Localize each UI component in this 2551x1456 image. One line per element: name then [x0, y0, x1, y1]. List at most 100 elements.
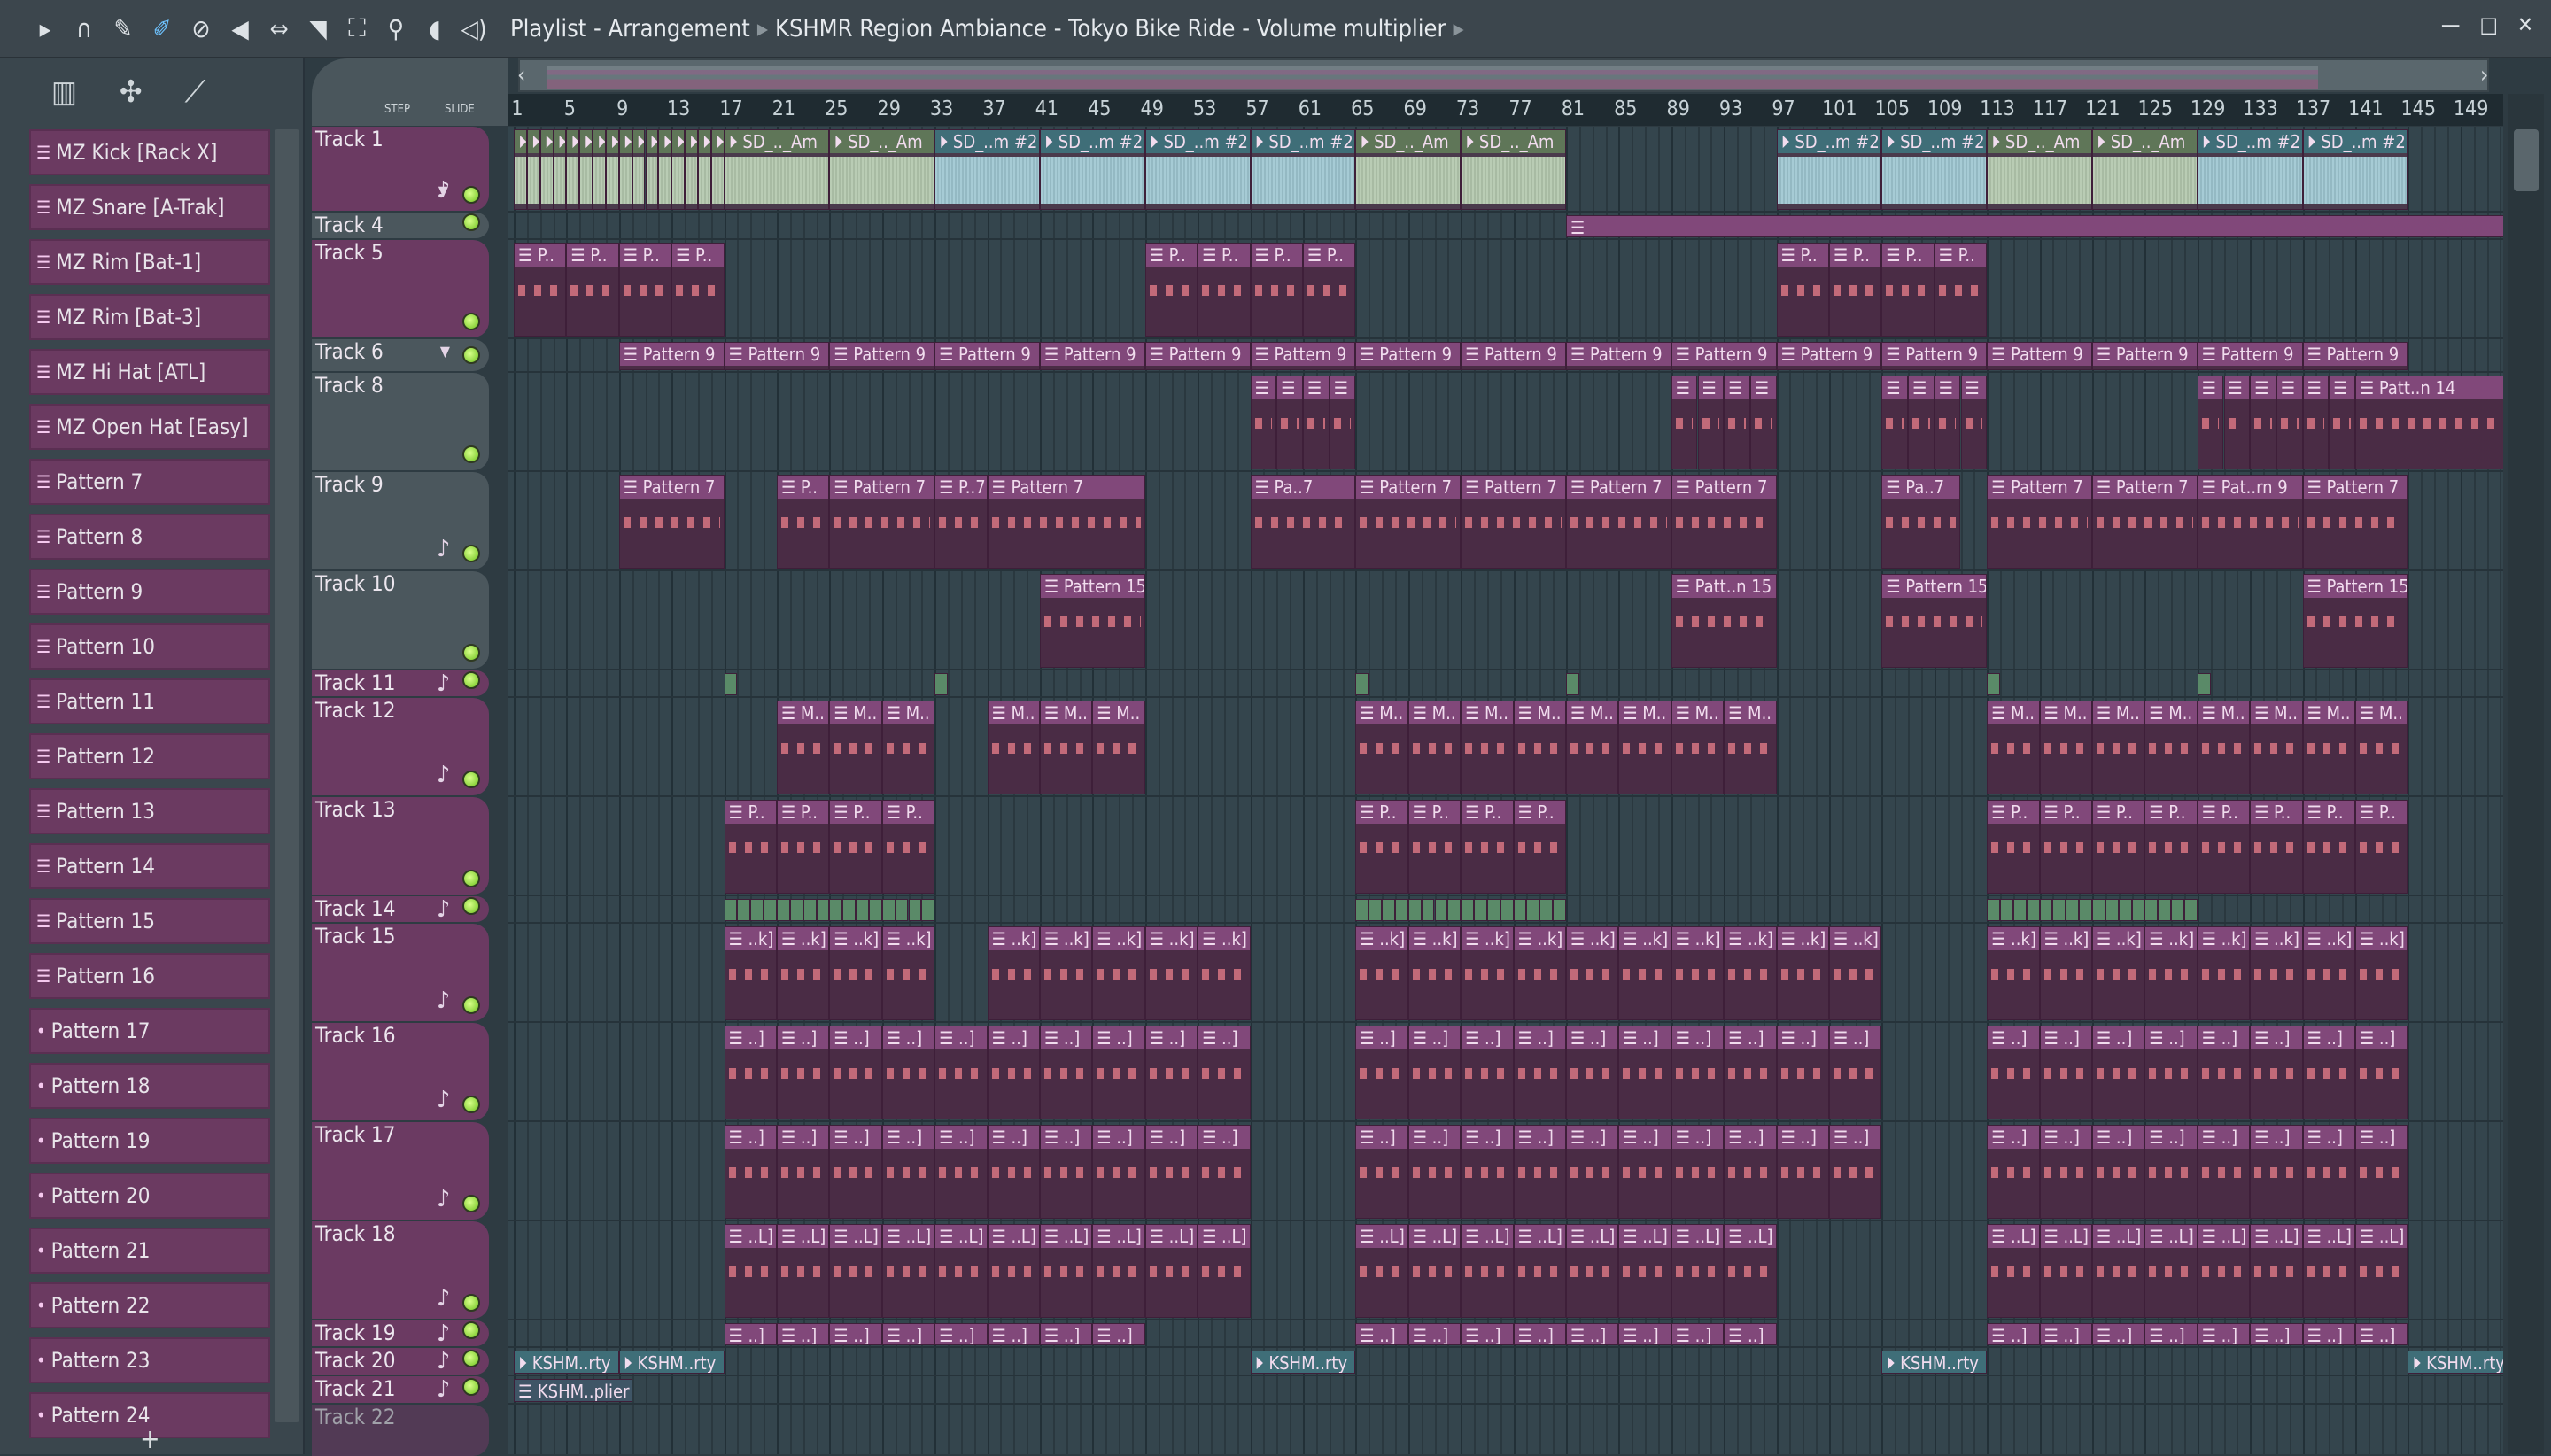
- track-header[interactable]: Track 5: [312, 240, 489, 337]
- playlist-clip[interactable]: ☰ Pattern 7: [829, 475, 935, 569]
- playlist-clip[interactable]: ☰ M..: [1040, 701, 1093, 794]
- playlist-clip[interactable]: ☰ ..k]: [881, 926, 935, 1020]
- playlist-clip[interactable]: ☰ Pattern 7: [1671, 475, 1777, 569]
- playlist-clip[interactable]: ☰ ..]: [1776, 1125, 1829, 1219]
- track-header[interactable]: Track 14 ♪: [312, 896, 489, 923]
- playlist-clip[interactable]: ☰ ..k]: [2092, 926, 2145, 1020]
- playlist-clip[interactable]: ☰ ..]: [1513, 1125, 1566, 1219]
- playlist-clip[interactable]: ☰ Pa..7: [1881, 475, 1961, 569]
- playlist-clip[interactable]: ☰ ..k]: [1829, 926, 1882, 1020]
- playlist-clip[interactable]: ☰ Pattern 9: [1881, 342, 1988, 370]
- track-header[interactable]: Track 15 ♪: [312, 924, 489, 1021]
- playlist-clip[interactable]: ☰ ..]: [987, 1026, 1040, 1119]
- playlist-clip[interactable]: ☰ P..: [2250, 800, 2303, 894]
- playlist-clip[interactable]: [1553, 899, 1566, 921]
- slide-toggle[interactable]: SLIDE: [445, 103, 475, 116]
- playlist-clip[interactable]: ☰ Pattern 15: [1881, 574, 1988, 668]
- playlist-clip[interactable]: ⏵: [553, 129, 567, 210]
- playlist-clip[interactable]: [1461, 899, 1475, 921]
- playlist-clip[interactable]: [724, 899, 738, 921]
- playlist-clip[interactable]: ☰ P..: [777, 475, 830, 569]
- chevron-down-icon[interactable]: ▼: [440, 343, 450, 360]
- playlist-clip[interactable]: ⏵ SD_.._Am: [1461, 129, 1566, 210]
- playlist-clip[interactable]: ⏵ SD_..m #2: [2302, 129, 2408, 210]
- track-header[interactable]: Track 4: [312, 213, 489, 238]
- playlist-clip[interactable]: ☰ M..: [881, 701, 935, 794]
- chevron-down-icon[interactable]: ▼: [438, 182, 448, 199]
- play-icon[interactable]: ▸: [32, 14, 58, 43]
- playlist-clip[interactable]: ☰ ..L]: [1671, 1224, 1725, 1318]
- playlist-clip[interactable]: ☰ P..: [777, 800, 830, 894]
- playlist-clip[interactable]: ☰ ..]: [987, 1323, 1040, 1345]
- playlist-clip[interactable]: ☰ M..: [2092, 701, 2145, 794]
- playlist-clip[interactable]: ☰ ..k]: [1461, 926, 1514, 1020]
- playlist-clip[interactable]: [908, 899, 922, 921]
- playlist-clip[interactable]: ☰ ..L]: [1144, 1224, 1198, 1318]
- channel-item[interactable]: • Pattern 18: [29, 1063, 270, 1109]
- playlist-clip[interactable]: ☰ ..]: [1829, 1125, 1882, 1219]
- playlist-clip[interactable]: [777, 899, 790, 921]
- track-enable-led[interactable]: [462, 1321, 480, 1339]
- playlist-clip[interactable]: ☰ ..]: [2039, 1026, 2092, 1119]
- track-enable-led[interactable]: [462, 870, 480, 887]
- playlist-clip[interactable]: ☰ ..]: [1092, 1026, 1145, 1119]
- mute-icon[interactable]: ◀: [227, 14, 253, 43]
- playlist-clip[interactable]: ☰ ..L]: [2039, 1224, 2092, 1318]
- playlist-clip[interactable]: ☰ ..]: [1671, 1026, 1725, 1119]
- playlist-clip[interactable]: ☰ ..]: [2250, 1323, 2303, 1345]
- playlist-clip[interactable]: ☰ ..L]: [2197, 1224, 2251, 1318]
- playlist-clip[interactable]: [2039, 899, 2053, 921]
- playlist-clip[interactable]: ☰ ..L]: [2144, 1224, 2198, 1318]
- playlist-clip[interactable]: ⏵ SD_..m #2: [1776, 129, 1882, 210]
- track-enable-led[interactable]: [462, 313, 480, 330]
- channel-item[interactable]: • Pattern 23: [29, 1337, 270, 1383]
- playlist-clip[interactable]: ☰ P..: [618, 243, 672, 337]
- playlist-clip[interactable]: ⏵: [645, 129, 659, 210]
- playlist-clip[interactable]: ☰ M..: [2039, 701, 2092, 794]
- channel-item[interactable]: • Pattern 19: [29, 1118, 270, 1164]
- channel-item[interactable]: ☰ MZ Hi Hat [ATL]: [29, 349, 270, 395]
- playlist-clip[interactable]: ☰ ..]: [2250, 1125, 2303, 1219]
- playlist-clip[interactable]: [1526, 899, 1540, 921]
- playlist-clip[interactable]: ☰ P..: [881, 800, 935, 894]
- channel-item[interactable]: • Pattern 21: [29, 1228, 270, 1274]
- playlist-clip[interactable]: ☰ Pattern 9: [934, 342, 1040, 370]
- delete-icon[interactable]: ⊘: [188, 14, 214, 43]
- playlist-clip[interactable]: ☰ ..]: [1724, 1026, 1777, 1119]
- playlist-clip[interactable]: ⏵ SD_.._Am: [829, 129, 935, 210]
- playlist-clip[interactable]: ⏵ SD_..m #2: [1881, 129, 1988, 210]
- playlist-clip[interactable]: ⏵: [514, 129, 527, 210]
- playlist-clip[interactable]: ☰ M..: [2355, 701, 2408, 794]
- playlist-clip[interactable]: ☰ Pattern 9: [1461, 342, 1566, 370]
- playlist-clip[interactable]: [1447, 899, 1462, 921]
- playlist-clip[interactable]: ☰ ..]: [1987, 1323, 2040, 1345]
- playlist-clip[interactable]: ⏵: [710, 129, 725, 210]
- playlist-clip[interactable]: ☰ M..: [829, 701, 882, 794]
- playlist-clip[interactable]: ☰: [1908, 376, 1935, 469]
- playlist-clip[interactable]: ☰ P..: [2144, 800, 2198, 894]
- playlist-clip[interactable]: [1394, 899, 1408, 921]
- playlist-clip[interactable]: ☰ ..L]: [2302, 1224, 2355, 1318]
- vertical-scrollbar[interactable]: [2508, 94, 2544, 1454]
- playlist-clip[interactable]: ☰ ..]: [881, 1323, 935, 1345]
- playlist-clip[interactable]: [1987, 673, 2001, 695]
- playlist-clip[interactable]: ☰ M..: [2250, 701, 2303, 794]
- track-enable-led[interactable]: [462, 671, 480, 689]
- track-enable-led[interactable]: [462, 644, 480, 662]
- track-enable-led[interactable]: [462, 996, 480, 1014]
- playlist-clip[interactable]: ☰ P..: [1198, 243, 1251, 337]
- playlist-clip[interactable]: ☰ Pattern 9: [2197, 342, 2303, 370]
- track-header[interactable]: Track 11 ♪: [312, 670, 489, 697]
- playlist-overview[interactable]: [518, 58, 2489, 92]
- playlist-clip[interactable]: ☰: [2223, 376, 2251, 469]
- playlist-clip[interactable]: ☰ ..]: [2144, 1323, 2198, 1345]
- playlist-clip[interactable]: ☰ ..]: [1407, 1026, 1462, 1119]
- track-header[interactable]: Track 12 ♪: [312, 698, 489, 795]
- track-header[interactable]: Track 1 ♪ ▼: [312, 127, 489, 211]
- paint-icon[interactable]: ✐: [149, 14, 175, 43]
- channel-item[interactable]: ☰ Pattern 12: [29, 733, 270, 779]
- playlist-clip[interactable]: ☰ ..]: [881, 1026, 935, 1119]
- playlist-clip[interactable]: ⏵: [697, 129, 711, 210]
- channel-item[interactable]: ☰ Pattern 8: [29, 514, 270, 560]
- playlist-clip[interactable]: ☰ KSHM..plier: [514, 1379, 632, 1402]
